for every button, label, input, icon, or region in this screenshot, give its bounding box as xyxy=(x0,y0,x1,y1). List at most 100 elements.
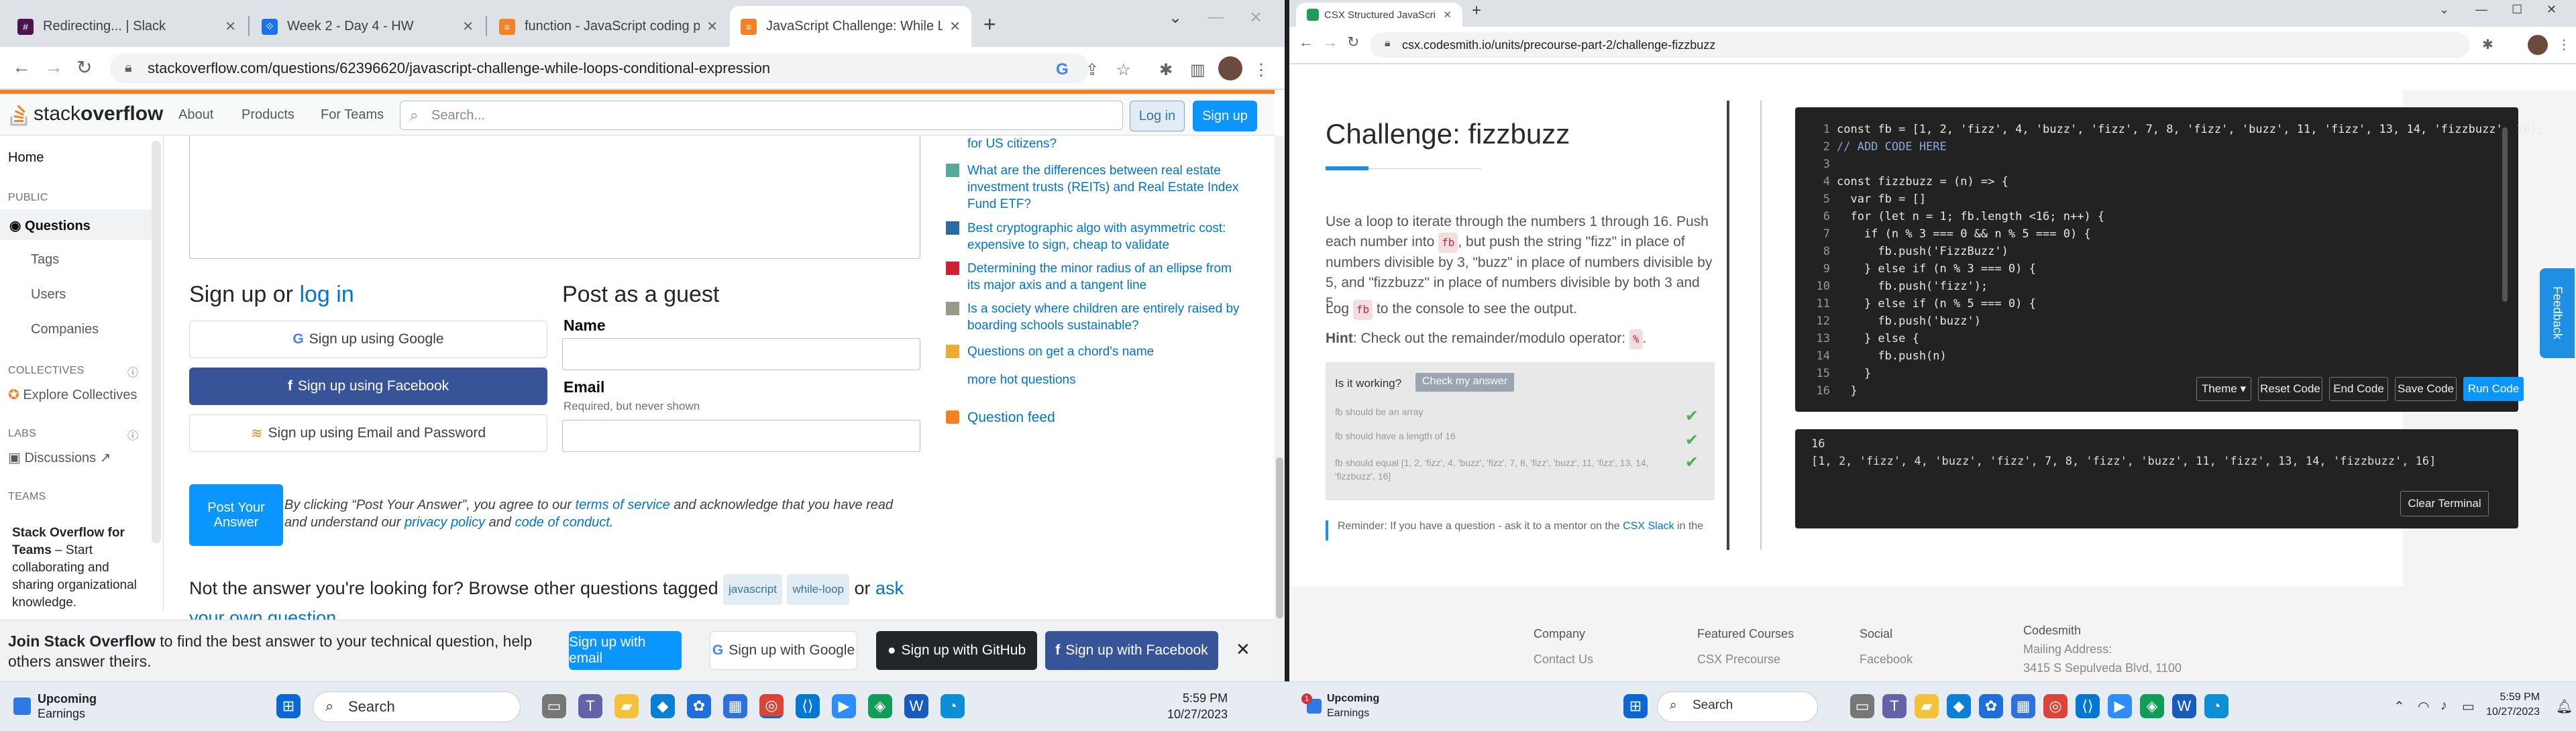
address-bar[interactable]: 🔒︎ csx.codesmith.io/units/precourse-part… xyxy=(1370,32,2470,58)
question-feed[interactable]: Question feed xyxy=(946,409,1241,426)
code-line[interactable]: 11 } else if (n % 5 === 0) { xyxy=(1809,295,2544,313)
back-icon[interactable]: ← xyxy=(1299,34,1313,51)
close-icon[interactable]: ✕ xyxy=(949,18,961,35)
close-icon[interactable]: ✕ xyxy=(462,18,474,35)
task-view-icon[interactable]: ▭ xyxy=(542,694,566,718)
sidebar-item-discussions[interactable]: ▣ Discussions ↗ xyxy=(8,449,111,466)
notification-bell-icon[interactable]: 🔔︎ xyxy=(2556,698,2573,715)
hot-question-item[interactable]: Best cryptographic algo with asymmetric … xyxy=(946,220,1241,254)
tab-javascript-challenge[interactable]: ≡ JavaScript Challenge: While Loo ✕ xyxy=(730,6,971,47)
code-line[interactable]: 14 fb.push(n) xyxy=(1809,347,2544,365)
code-line[interactable]: 5 var fb = [] xyxy=(1809,190,2544,208)
edge-icon[interactable]: ◔ xyxy=(941,694,965,718)
tray-chevron-icon[interactable]: ⌃ xyxy=(2394,698,2405,715)
email-input[interactable] xyxy=(562,420,920,452)
address-bar[interactable]: 🔒︎ stackoverflow.com/questions/62396620/… xyxy=(110,54,1089,83)
close-window-button[interactable]: ✕ xyxy=(1249,8,1263,27)
code-line[interactable]: 7 if (n % 3 === 0 && n % 5 === 0) { xyxy=(1809,225,2544,243)
facebook-signup-button[interactable]: f Sign up using Facebook xyxy=(189,368,547,405)
answer-editor[interactable] xyxy=(189,135,920,259)
google-icon[interactable]: G xyxy=(1056,60,1069,79)
teams-icon[interactable]: T xyxy=(578,694,602,718)
sidebar-item-users[interactable]: Users xyxy=(31,287,66,302)
theme-dropdown[interactable]: Theme ▾ xyxy=(2196,377,2251,401)
battery-icon[interactable]: ▭ xyxy=(2462,698,2475,715)
sidebar-item-explore-collectives[interactable]: ✪ Explore Collectives xyxy=(8,386,137,403)
zoom-icon[interactable]: ▶ xyxy=(2108,694,2132,718)
footer-link[interactable]: Contact Us xyxy=(1534,653,1593,666)
signup-google-button[interactable]: G Sign up with Google xyxy=(710,631,857,670)
info-icon[interactable]: ⓘ xyxy=(127,363,138,380)
tab-slack[interactable]: # Redirecting... | Slack ✕ xyxy=(7,6,247,47)
editor-scrollbar[interactable] xyxy=(2502,127,2508,302)
nav-products[interactable]: Products xyxy=(241,107,294,123)
clock-right[interactable]: 5:59 PM 10/27/2023 xyxy=(2486,690,2540,720)
hot-question-item[interactable]: What are the differences between real es… xyxy=(946,162,1241,213)
vscode-icon[interactable]: ⟨⟩ xyxy=(2076,694,2100,718)
maximize-button[interactable]: ☐ xyxy=(2512,3,2522,17)
clear-terminal-button[interactable]: Clear Terminal xyxy=(2400,491,2489,516)
volume-icon[interactable]: ♪ xyxy=(2440,698,2447,714)
sidebar-item-questions[interactable]: ◉ Questions xyxy=(9,217,91,234)
scrollbar-thumb[interactable] xyxy=(1276,457,1283,618)
wifi-icon[interactable]: ◠ xyxy=(2418,698,2429,715)
footer-link[interactable]: CSX Precourse xyxy=(1697,653,1780,666)
sidebar-item-companies[interactable]: Companies xyxy=(31,322,99,337)
store-icon[interactable]: ◆ xyxy=(651,694,675,718)
minimize-button[interactable]: — xyxy=(1208,8,1224,27)
close-icon[interactable]: ✕ xyxy=(706,18,718,35)
reload-icon[interactable]: ↻ xyxy=(1347,34,1359,51)
tab-search-icon[interactable]: ⌄ xyxy=(1169,8,1182,27)
back-icon[interactable]: ← xyxy=(12,56,31,78)
new-tab-button[interactable]: + xyxy=(983,12,996,37)
name-input[interactable] xyxy=(562,338,920,370)
post-answer-button[interactable]: Post Your Answer xyxy=(189,484,283,546)
chrome-icon[interactable]: ◎ xyxy=(2043,694,2068,718)
signup-button[interactable]: Sign up xyxy=(1193,101,1257,131)
new-tab-button[interactable]: + xyxy=(1472,1,1481,20)
more-hot-link[interactable]: more hot questions xyxy=(967,372,1241,388)
signup-email-button[interactable]: Sign up with email xyxy=(569,631,682,670)
save-code-button[interactable]: Save Code xyxy=(2395,377,2457,401)
question-feed-link[interactable]: Question feed xyxy=(967,409,1241,426)
tab-search-icon[interactable]: ⌄ xyxy=(2439,3,2449,17)
so-logo[interactable]: stack overflow xyxy=(9,102,163,126)
menu-dots-icon[interactable]: ⋮ xyxy=(2557,36,2571,53)
nav-about[interactable]: About xyxy=(178,107,213,123)
tag-while-loop[interactable]: while-loop xyxy=(787,574,849,605)
reload-icon[interactable]: ↻ xyxy=(76,56,92,78)
menu-dots-icon[interactable]: ⋮ xyxy=(1253,60,1269,80)
code-editor[interactable]: 1 const fb = [1, 2, 'fizz', 4, 'buzz', 'f… xyxy=(1795,107,2544,412)
nav-for-teams[interactable]: For Teams xyxy=(321,107,384,123)
task-view-icon[interactable]: ▭ xyxy=(1850,694,1874,718)
file-explorer-icon[interactable]: ▰ xyxy=(614,694,639,718)
code-lines[interactable]: 1 const fb = [1, 2, 'fizz', 4, 'buzz', 'f… xyxy=(1809,121,2544,400)
sidebar-item-home[interactable]: Home xyxy=(8,150,44,166)
google-signup-button[interactable]: G Sign up using Google xyxy=(189,321,547,358)
tab-codesmith[interactable]: CSX Structured JavaScript Learn ✕ xyxy=(1296,3,1462,27)
app-icon[interactable]: ✿ xyxy=(1979,694,2003,718)
end-code-button[interactable]: End Code xyxy=(2329,377,2388,401)
conduct-link[interactable]: code of conduct xyxy=(515,515,610,530)
forward-icon[interactable]: → xyxy=(44,56,63,78)
extensions-icon[interactable]: ✱ xyxy=(1159,60,1173,80)
clock-left[interactable]: 5:59 PM 10/27/2023 xyxy=(1167,690,1228,722)
hot-question-item[interactable]: Is a society where children are entirely… xyxy=(946,300,1241,334)
info-icon[interactable]: ⓘ xyxy=(127,427,138,443)
footer-link[interactable]: Facebook xyxy=(1860,653,1913,666)
app-icon[interactable]: ✿ xyxy=(687,694,711,718)
more-hot-questions[interactable]: more hot questions xyxy=(946,372,1241,388)
hot-question-link[interactable]: Best cryptographic algo with asymmetric … xyxy=(967,220,1241,254)
hot-question-link[interactable]: Determining the minor radius of an ellip… xyxy=(967,260,1241,294)
hot-question-link[interactable]: What are the differences between real es… xyxy=(967,162,1241,213)
run-code-button[interactable]: Run Code xyxy=(2463,377,2524,401)
search-input[interactable]: ⌕ Search... xyxy=(400,101,1123,130)
tab-week2[interactable]: ⟐ Week 2 - Day 4 - HW ✕ xyxy=(251,6,484,47)
start-icon[interactable]: ⊞ xyxy=(1623,694,1648,718)
weather-widget-2[interactable]: 1 Upcoming Earnings xyxy=(1301,691,1379,721)
privacy-link[interactable]: privacy policy xyxy=(405,515,485,530)
code-line[interactable]: 3 xyxy=(1809,156,2544,173)
hot-question-link[interactable]: for US citizens? xyxy=(967,135,1241,152)
forward-icon[interactable]: → xyxy=(1323,34,1338,51)
code-line[interactable]: 1 const fb = [1, 2, 'fizz', 4, 'buzz', 'f… xyxy=(1809,121,2544,138)
